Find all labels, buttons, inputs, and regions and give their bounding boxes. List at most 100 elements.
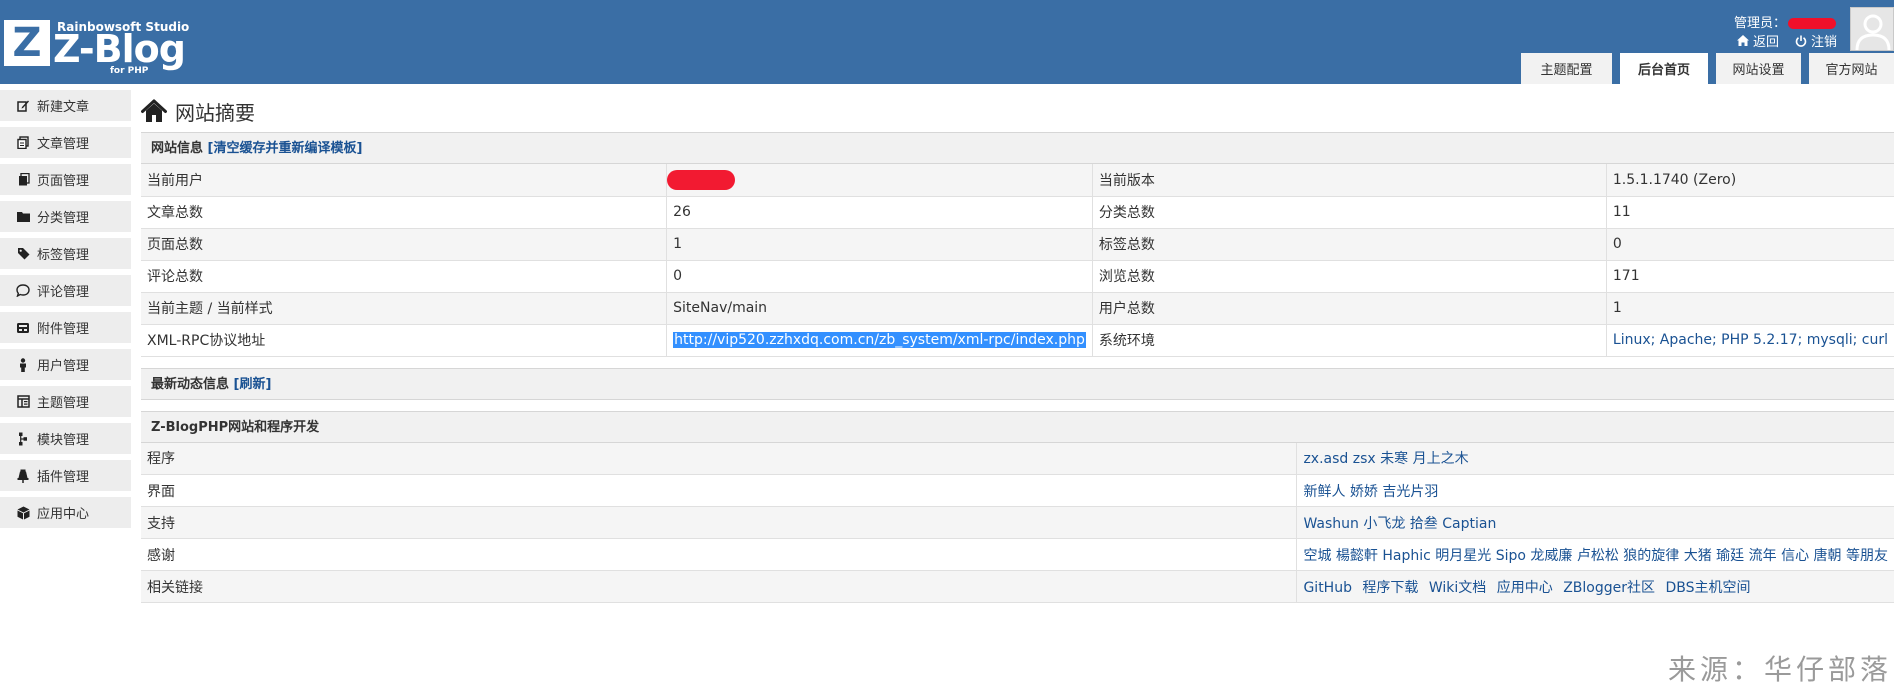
dev-value[interactable]: zx.asd zsx 未寒 月上之木: [1296, 442, 1894, 475]
back-link[interactable]: 返回: [1736, 31, 1779, 50]
folder-icon: [16, 210, 30, 224]
page-title: 网站摘要: [141, 90, 1894, 132]
sidebar-item-label: 附件管理: [37, 322, 90, 337]
info-value: 26: [666, 196, 1093, 229]
page-title-text: 网站摘要: [175, 100, 255, 125]
info-key: 当前主题 / 当前样式: [141, 292, 668, 325]
info-key: 当前版本: [1092, 164, 1607, 197]
info-value: SiteNav/main: [666, 292, 1093, 325]
clear-cache-link[interactable]: [清空缓存并重新编译模板]: [208, 141, 363, 156]
sidebar-item-label: 插件管理: [37, 470, 90, 485]
dev-key: 界面: [141, 474, 1298, 507]
info-key: 系统环境: [1092, 324, 1607, 357]
box-icon: [16, 506, 30, 520]
logout-link[interactable]: 注销: [1795, 31, 1837, 50]
sidebar-item-label: 评论管理: [37, 285, 90, 300]
link-wiki[interactable]: Wiki文档: [1429, 580, 1486, 596]
sidebar-item-label: 新建文章: [37, 100, 90, 115]
home-icon: [141, 99, 167, 123]
info-key: 评论总数: [141, 260, 668, 293]
table-row: XML-RPC协议地址 http://vip520.zzhxdq.com.cn/…: [141, 324, 1894, 357]
default-avatar-icon: [1855, 14, 1891, 50]
sidebar-item-label: 分类管理: [37, 211, 90, 226]
info-value-environment: Linux; Apache; PHP 5.2.17; mysqli; curl: [1606, 324, 1894, 357]
sidebar: 新建文章 文章管理 页面管理 分类管理 标签管理 评论管理 附件管理 用户管理 …: [0, 90, 131, 534]
info-key: 用户总数: [1092, 292, 1607, 325]
table-row: 相关链接 GitHub 程序下载 Wiki文档 应用中心 ZBlogger社区 …: [141, 570, 1894, 603]
link-dbs-hosting[interactable]: DBS主机空间: [1665, 580, 1750, 596]
link-github[interactable]: GitHub: [1303, 580, 1352, 596]
dev-value[interactable]: 新鲜人 娇娇 吉光片羽: [1296, 474, 1894, 507]
info-key: 文章总数: [141, 196, 668, 229]
power-icon: [1795, 35, 1807, 47]
module-icon: [16, 432, 30, 446]
documents-icon: [16, 136, 30, 150]
tab-official-site[interactable]: 官方网站: [1809, 53, 1894, 84]
dev-value[interactable]: 空城 楊懿軒 Haphic 明月星光 Sipo 龙威廉 卢松松 狼的旋律 大猪 …: [1296, 538, 1894, 571]
admin-user: 管理员：: [1734, 12, 1836, 31]
info-key: 分类总数: [1092, 196, 1607, 229]
site-info-header: 网站信息 [清空缓存并重新编译模板]: [141, 132, 1894, 164]
logo[interactable]: Z: [4, 20, 50, 66]
tab-site-settings[interactable]: 网站设置: [1716, 53, 1801, 84]
main-content: 网站摘要 网站信息 [清空缓存并重新编译模板] 当前用户 当前版本 1.5.1.…: [141, 90, 1894, 603]
brand-name: Z-Blog: [53, 27, 186, 71]
dev-key: 感谢: [141, 538, 1298, 571]
table-row: 当前主题 / 当前样式 SiteNav/main 用户总数 1: [141, 292, 1894, 325]
dev-key: 相关链接: [141, 570, 1298, 603]
info-value: 171: [1606, 260, 1894, 293]
info-key: XML-RPC协议地址: [141, 324, 668, 357]
tab-admin-home[interactable]: 后台首页: [1620, 53, 1708, 84]
site-info-table: 当前用户 当前版本 1.5.1.1740 (Zero) 文章总数 26 分类总数…: [141, 164, 1894, 357]
logout-label: 注销: [1810, 35, 1837, 50]
sidebar-item-pages[interactable]: 页面管理: [0, 164, 131, 195]
refresh-link[interactable]: [刷新]: [234, 377, 272, 392]
news-title: 最新动态信息: [151, 376, 230, 392]
home-icon: [1736, 35, 1749, 46]
sidebar-item-users[interactable]: 用户管理: [0, 349, 131, 380]
sidebar-item-new-article[interactable]: 新建文章: [0, 90, 131, 121]
sidebar-item-themes[interactable]: 主题管理: [0, 386, 131, 417]
link-zblogger[interactable]: ZBlogger社区: [1563, 580, 1655, 596]
sidebar-item-articles[interactable]: 文章管理: [0, 127, 131, 158]
dev-header: Z-BlogPHP网站和程序开发: [141, 410, 1894, 443]
header-bar: Z Rainbowsoft Studio Z-Blog for PHP 管理员：…: [0, 0, 1894, 84]
sidebar-item-plugins[interactable]: 插件管理: [0, 460, 131, 491]
info-value: 1: [666, 228, 1093, 261]
tag-icon: [16, 247, 30, 261]
sidebar-item-app-center[interactable]: 应用中心: [0, 497, 131, 528]
page-icon: [16, 173, 30, 187]
sidebar-item-tags[interactable]: 标签管理: [0, 238, 131, 269]
sidebar-item-modules[interactable]: 模块管理: [0, 423, 131, 454]
sidebar-item-label: 应用中心: [37, 507, 90, 522]
xmlrpc-url-link[interactable]: http://vip520.zzhxdq.com.cn/zb_system/xm…: [673, 332, 1086, 348]
sidebar-item-comments[interactable]: 评论管理: [0, 275, 131, 306]
comment-icon: [16, 284, 30, 298]
redacted-username: [1788, 18, 1836, 29]
info-value: 1: [1606, 292, 1894, 325]
table-row: 界面 新鲜人 娇娇 吉光片羽: [141, 474, 1894, 507]
avatar[interactable]: [1850, 7, 1894, 51]
redacted-username: [667, 169, 736, 190]
table-row: 评论总数 0 浏览总数 171: [141, 260, 1894, 293]
site-info-title: 网站信息: [151, 141, 204, 156]
tab-theme-config[interactable]: 主题配置: [1521, 53, 1612, 84]
sidebar-item-attachments[interactable]: 附件管理: [0, 312, 131, 343]
sidebar-item-categories[interactable]: 分类管理: [0, 201, 131, 232]
related-links: GitHub 程序下载 Wiki文档 应用中心 ZBlogger社区 DBS主机…: [1296, 570, 1894, 603]
dev-key: 程序: [141, 442, 1298, 475]
table-row: 文章总数 26 分类总数 11: [141, 196, 1894, 229]
link-app-center[interactable]: 应用中心: [1497, 580, 1553, 596]
sidebar-item-label: 标签管理: [37, 248, 90, 263]
watermark: 来源：华仔部落: [1668, 653, 1893, 686]
table-row: 当前用户 当前版本 1.5.1.1740 (Zero): [141, 164, 1894, 197]
top-tabs: 主题配置 后台首页 网站设置 官方网站: [1521, 53, 1894, 84]
dev-value[interactable]: Washun 小飞龙 拾叁 Captian: [1296, 506, 1894, 539]
info-value-current-user: [666, 164, 1093, 197]
admin-label: 管理员：: [1733, 16, 1786, 31]
sidebar-item-label: 用户管理: [37, 359, 90, 374]
theme-icon: [16, 395, 30, 409]
news-header: 最新动态信息 [刷新]: [141, 367, 1894, 400]
link-download[interactable]: 程序下载: [1362, 580, 1418, 596]
info-key: 浏览总数: [1092, 260, 1607, 293]
